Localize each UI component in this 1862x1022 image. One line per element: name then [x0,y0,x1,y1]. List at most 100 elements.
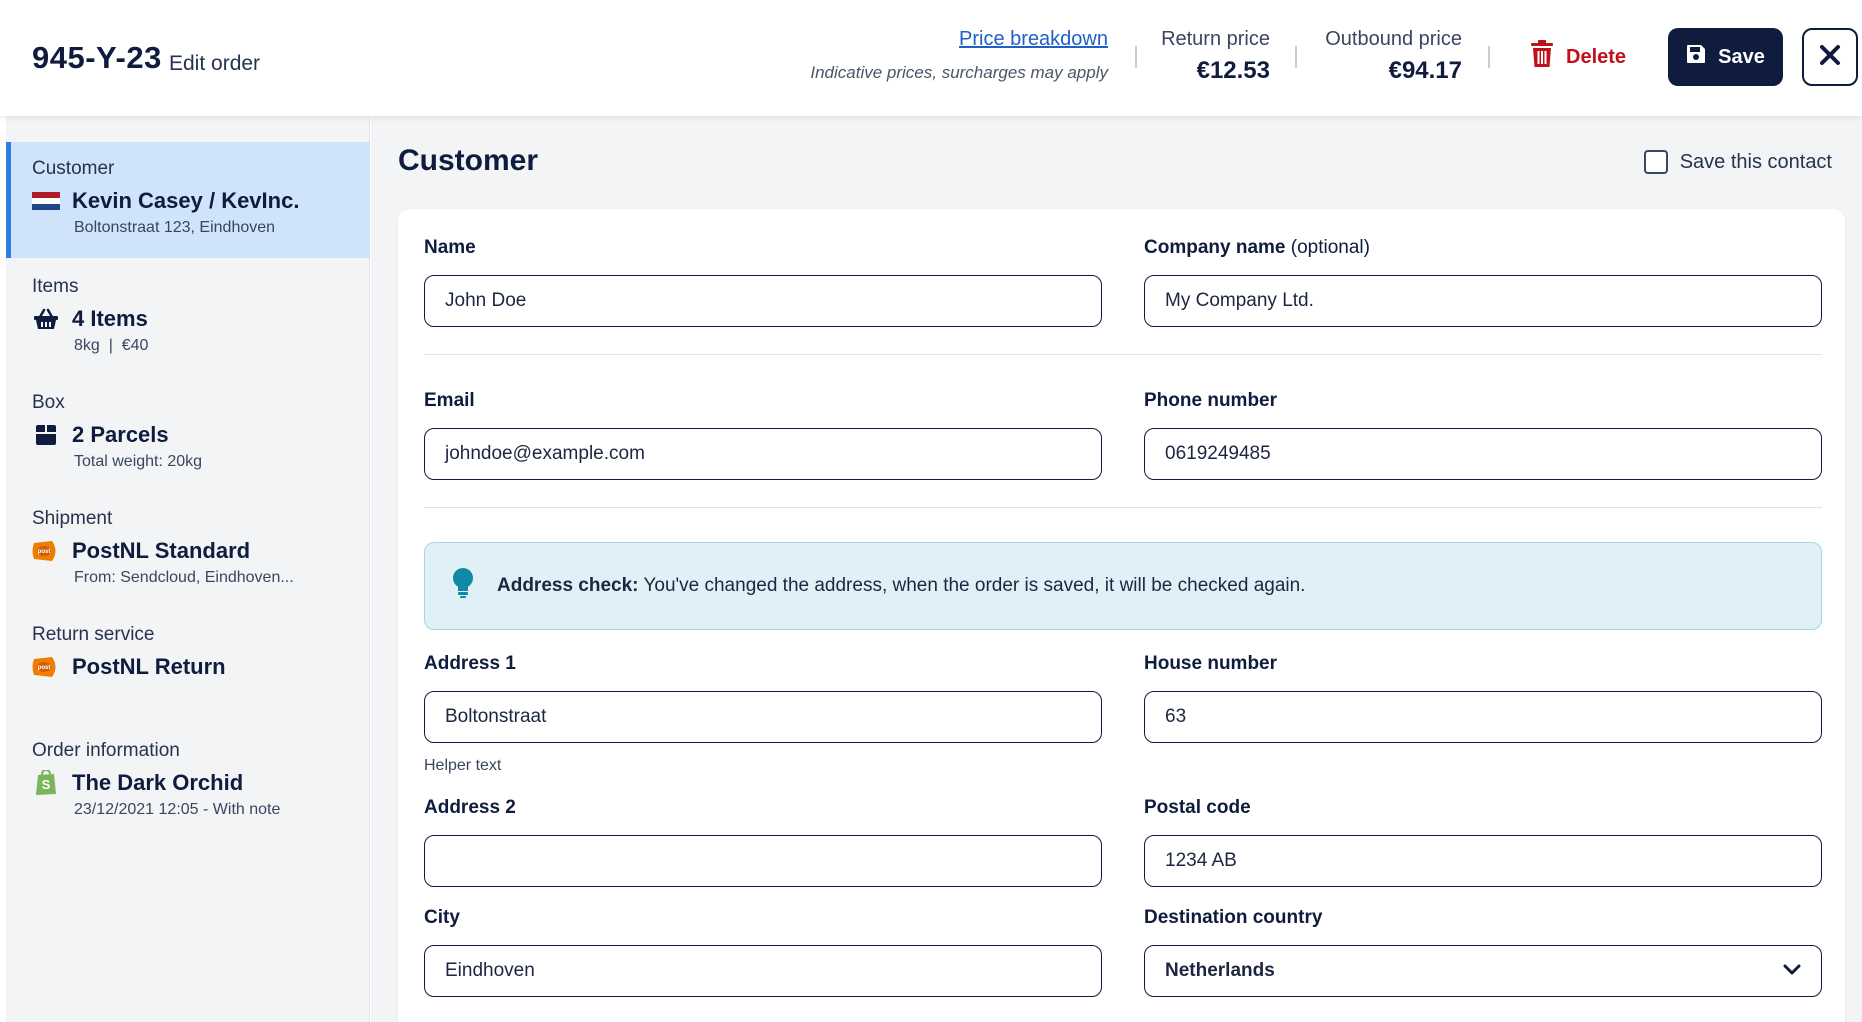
checkbox-box[interactable] [1643,150,1668,174]
sidebar-item-category: Box [32,392,65,413]
house-number-field: House number 63 [1144,653,1822,743]
return-price-label: Return price [1161,28,1270,50]
postal-code-field: Postal code 1234 AB [1144,797,1822,887]
sidebar-item-title: 4 Items [72,306,148,331]
header-bar: 945-Y-23 Edit order Price breakdown Indi… [0,0,1862,116]
save-contact-checkbox[interactable]: Save this contact [1643,150,1832,174]
save-contact-label: Save this contact [1679,150,1832,173]
address1-field: Address 1 Boltonstraat Helper text [424,653,1102,775]
email-input[interactable]: johndoe@example.com [424,428,1102,480]
page-title: Customer [398,144,539,177]
header-divider [1488,46,1490,68]
sidebar: Customer Kevin Casey / KevInc. Boltonstr… [6,116,370,1022]
sidebar-item-heading: 2 Parcels [32,422,370,448]
floppy-disk-icon [1686,44,1706,70]
phone-label: Phone number [1144,390,1278,411]
delete-button[interactable]: Delete [1530,40,1626,74]
netherlands-flag-icon [32,192,60,210]
alert-title: Address check: [497,575,639,596]
outbound-price-value: €94.17 [1388,57,1462,84]
sidebar-item-title: PostNL Standard [72,538,251,563]
sidebar-item-order-information[interactable]: Order information S The Dark Orchid 23/1… [6,740,370,819]
shopify-icon: S [32,770,60,796]
close-icon [1819,44,1841,71]
outbound-price: Outbound price €94.17 [1325,28,1462,85]
company-input[interactable]: My Company Ltd. [1144,275,1822,327]
country-select[interactable]: Netherlands [1144,945,1822,997]
price-breakdown-link[interactable]: Price breakdown [959,28,1108,51]
sidebar-item-title: 2 Parcels [72,422,169,447]
edit-order-label: Edit order [169,52,261,75]
svg-text:post: post [38,549,51,555]
email-label: Email [424,390,475,411]
company-label: Company name (optional) [1144,237,1822,261]
sidebar-item-subtitle: From: Sendcloud, Eindhoven... [74,569,294,586]
sidebar-item-heading: post PostNL Return [32,654,370,680]
phone-input[interactable]: 0619249485 [1144,428,1822,480]
address2-input[interactable] [424,835,1102,887]
sidebar-item-items[interactable]: Items 4 Items 8kg | €40 [6,276,370,355]
sidebar-item-title: PostNL Return [72,654,226,679]
sidebar-item-category: Order information [32,740,180,761]
main-content: Customer Save this contact Name John Doe… [371,116,1862,1022]
sidebar-item-return-service[interactable]: Return service post PostNL Return [6,624,370,680]
header-divider [1135,46,1137,68]
svg-text:post: post [38,665,51,671]
country-field: Destination country Netherlands [1144,907,1822,997]
lightbulb-icon [451,567,475,605]
sidebar-item-heading: post PostNL Standard [32,538,370,564]
sidebar-item-subtitle: 23/12/2021 12:05 - With note [74,801,281,818]
sidebar-item-category: Return service [32,624,155,645]
postnl-icon: post [32,539,60,563]
sidebar-item-shipment[interactable]: Shipment post PostNL Standard From: Send… [6,508,370,587]
svg-text:S: S [42,777,51,792]
house-number-input[interactable]: 63 [1144,691,1822,743]
address1-helper-text: Helper text [424,757,502,774]
name-input[interactable]: John Doe [424,275,1102,327]
header-divider [1295,46,1297,68]
alert-text: You've changed the address, when the ord… [643,575,1306,596]
name-field: Name John Doe [424,237,1102,327]
sidebar-item-category: Customer [32,158,115,179]
address1-label: Address 1 [424,653,516,674]
sidebar-item-title: Kevin Casey / KevInc. [72,188,300,213]
delete-label: Delete [1566,45,1627,68]
sidebar-item-customer[interactable]: Customer Kevin Casey / KevInc. Boltonstr… [6,142,370,258]
address-check-alert: Address check: You've changed the addres… [424,542,1822,630]
sidebar-item-box[interactable]: Box 2 Parcels Total weight: 20kg [6,392,370,471]
outbound-price-label: Outbound price [1325,28,1462,50]
house-number-label: House number [1144,653,1278,674]
company-field: Company name (optional) My Company Ltd. [1144,237,1822,327]
box-icon [32,424,60,446]
return-price-value: €12.53 [1196,57,1270,84]
name-label: Name [424,237,476,258]
city-input[interactable]: Eindhoven [424,945,1102,997]
optional-tag: (optional) [1290,237,1370,258]
city-field: City Eindhoven [424,907,1102,997]
postal-code-label: Postal code [1144,797,1251,818]
sidebar-item-heading: Kevin Casey / KevInc. [32,188,370,214]
country-value: Netherlands [1165,960,1275,981]
sidebar-item-title: The Dark Orchid [72,770,244,795]
email-field: Email johndoe@example.com [424,390,1102,480]
address2-field: Address 2 [424,797,1102,887]
form-divider [424,507,1822,508]
postal-code-input[interactable]: 1234 AB [1144,835,1822,887]
phone-field: Phone number 0619249485 [1144,390,1822,480]
chevron-down-icon [1783,960,1801,982]
address2-label: Address 2 [424,797,516,818]
form-divider [424,354,1822,355]
address1-input[interactable]: Boltonstraat [424,691,1102,743]
country-label: Destination country [1144,907,1323,928]
sidebar-item-subtitle: 8kg | €40 [74,337,149,354]
sidebar-item-subtitle: Total weight: 20kg [74,453,203,470]
close-button[interactable] [1802,28,1858,86]
indicative-prices-note: Indicative prices, surcharges may apply [810,63,1108,82]
sidebar-item-subtitle: Boltonstraat 123, Eindhoven [74,219,276,236]
order-id: 945-Y-23 [32,40,162,75]
city-label: City [424,907,460,928]
sidebar-item-heading: 4 Items [32,306,370,332]
trash-icon [1530,40,1554,74]
company-label-text: Company name [1144,237,1286,258]
save-button[interactable]: Save [1668,28,1783,86]
